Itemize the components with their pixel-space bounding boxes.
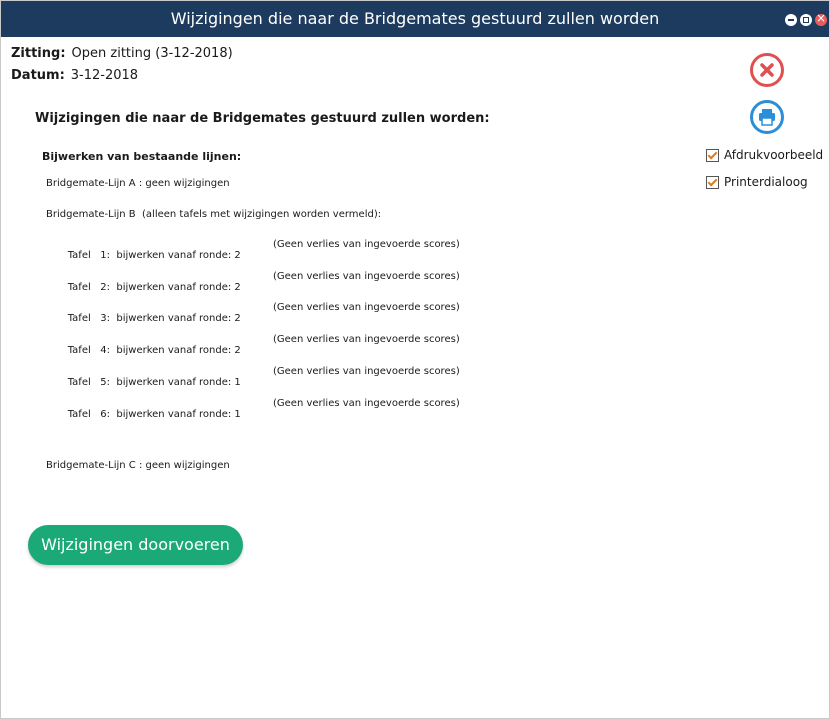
apply-changes-button[interactable]: Wijzigingen doorvoeren xyxy=(28,525,243,565)
datum-value: 3-12-2018 xyxy=(70,68,139,83)
datum-row: Datum: 3-12-2018 xyxy=(11,68,138,83)
table-update-text: Tafel 3: bijwerken vanaf ronde: 2 xyxy=(67,313,241,324)
window-title: Wijzigingen die naar de Bridgemates gest… xyxy=(170,9,660,28)
printer-dialog-checkbox[interactable] xyxy=(706,176,719,189)
line-a-status: Bridgemate-Lijn A : geen wijzigingen xyxy=(46,178,230,189)
preview-checkbox[interactable] xyxy=(706,149,719,162)
changes-heading: Wijzigingen die naar de Bridgemates gest… xyxy=(35,111,490,126)
table-note: (Geen verlies van ingevoerde scores) xyxy=(273,334,460,345)
datum-label: Datum: xyxy=(11,68,65,83)
zitting-label: Zitting: xyxy=(11,46,66,61)
table-note: (Geen verlies van ingevoerde scores) xyxy=(273,398,460,409)
cancel-button[interactable] xyxy=(750,53,784,87)
title-bar: Wijzigingen die naar de Bridgemates gest… xyxy=(1,1,829,37)
table-note: (Geen verlies van ingevoerde scores) xyxy=(273,239,460,250)
printer-icon xyxy=(759,109,775,126)
table-note: (Geen verlies van ingevoerde scores) xyxy=(273,271,460,282)
close-circle-icon xyxy=(760,63,774,77)
zitting-row: Zitting: Open zitting (3-12-2018) xyxy=(11,46,233,61)
table-update-text: Tafel 6: bijwerken vanaf ronde: 1 xyxy=(67,409,241,420)
print-button[interactable] xyxy=(750,100,784,134)
table-note: (Geen verlies van ingevoerde scores) xyxy=(273,302,460,313)
minimize-icon[interactable] xyxy=(785,14,797,26)
line-c-status: Bridgemate-Lijn C : geen wijzigingen xyxy=(46,460,230,471)
close-window-icon[interactable] xyxy=(815,11,827,26)
zitting-value: Open zitting (3-12-2018) xyxy=(71,46,233,61)
table-note: (Geen verlies van ingevoerde scores) xyxy=(273,366,460,377)
maximize-icon[interactable] xyxy=(800,14,812,26)
table-update-text: Tafel 2: bijwerken vanaf ronde: 2 xyxy=(67,282,241,293)
preview-label: Afdrukvoorbeeld xyxy=(724,148,824,162)
table-update-text: Tafel 5: bijwerken vanaf ronde: 1 xyxy=(67,377,241,388)
update-subheading: Bijwerken van bestaande lijnen: xyxy=(42,150,242,163)
printer-dialog-label: Printerdialoog xyxy=(724,175,808,189)
table-update-text: Tafel 1: bijwerken vanaf ronde: 2 xyxy=(67,250,241,261)
table-row: Tafel 6: bijwerken vanaf ronde: 1 (Geen … xyxy=(55,398,460,442)
line-b-status: Bridgemate-Lijn B (alleen tafels met wij… xyxy=(46,209,382,220)
dialog-window: Wijzigingen die naar de Bridgemates gest… xyxy=(0,0,830,719)
table-update-text: Tafel 4: bijwerken vanaf ronde: 2 xyxy=(67,345,241,356)
